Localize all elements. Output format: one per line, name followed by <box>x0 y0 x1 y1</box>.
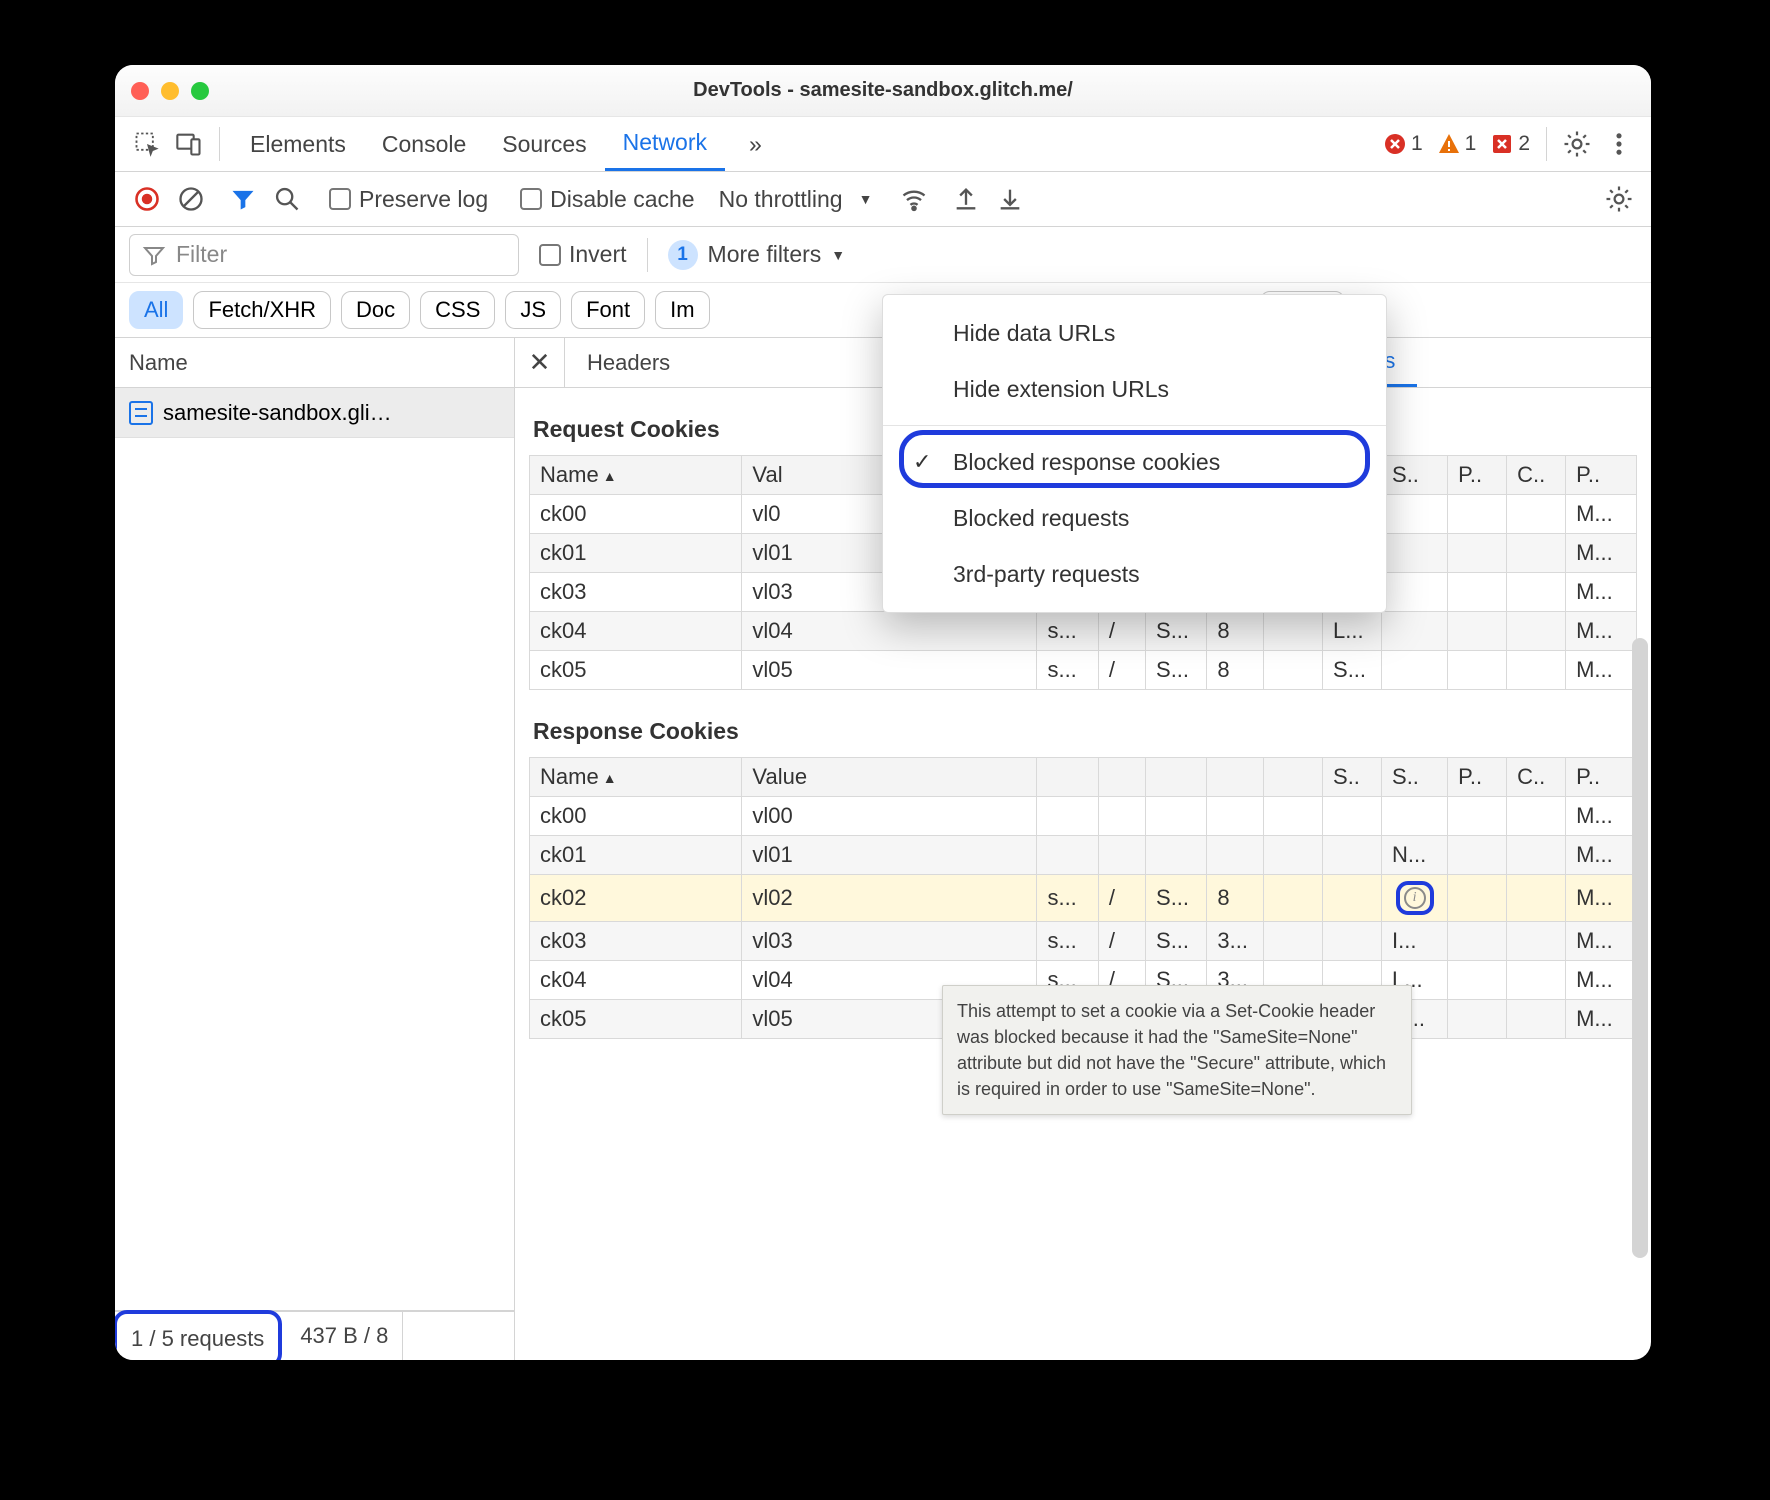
column-header[interactable]: Name▲ <box>530 456 742 495</box>
column-header[interactable]: C.. <box>1507 456 1566 495</box>
main-tabbar: ElementsConsoleSourcesNetwork » 1 1 2 <box>115 117 1651 172</box>
cookie-row[interactable]: ck01vl01N...M... <box>530 836 1637 875</box>
titlebar: DevTools - samesite-sandbox.glitch.me/ <box>115 65 1651 117</box>
check-icon: ✓ <box>913 449 931 475</box>
dropdown-item[interactable]: Hide data URLs <box>883 305 1386 361</box>
column-header[interactable] <box>1146 758 1207 797</box>
column-header[interactable]: S.. <box>1382 456 1448 495</box>
column-header[interactable]: S.. <box>1323 758 1382 797</box>
column-header[interactable]: S.. <box>1382 758 1448 797</box>
column-header[interactable] <box>1037 758 1098 797</box>
settings-icon[interactable] <box>1559 126 1595 162</box>
type-filter-css[interactable]: CSS <box>420 291 495 329</box>
warnings-count: 1 <box>1465 132 1477 156</box>
network-toolbar: Preserve log Disable cache No throttling… <box>115 172 1651 227</box>
dropdown-item[interactable]: Blocked requests <box>883 490 1386 546</box>
network-settings-icon[interactable] <box>1601 181 1637 217</box>
tabs-overflow-button[interactable]: » <box>731 117 780 171</box>
issues-badge[interactable]: 2 <box>1486 132 1534 156</box>
more-filters-dropdown: Hide data URLsHide extension URLs✓Blocke… <box>882 294 1387 613</box>
type-filter-all[interactable]: All <box>129 291 183 329</box>
column-header[interactable]: C.. <box>1507 758 1566 797</box>
warnings-badge[interactable]: 1 <box>1433 132 1481 156</box>
filter-bar: Filter Invert 1 More filters ▼ <box>115 227 1651 283</box>
blocked-info-highlight: i <box>1396 881 1434 915</box>
window-title: DevTools - samesite-sandbox.glitch.me/ <box>693 79 1073 102</box>
type-filter-doc[interactable]: Doc <box>341 291 410 329</box>
requests-list-pane: Name samesite-sandbox.gli… 1 / 5 request… <box>115 338 515 1360</box>
column-header[interactable]: P.. <box>1566 758 1637 797</box>
network-conditions-icon[interactable] <box>896 181 932 217</box>
name-column-header[interactable]: Name <box>115 338 514 388</box>
record-button[interactable] <box>129 181 165 217</box>
document-icon <box>129 401 153 425</box>
response-cookies-title: Response Cookies <box>533 718 1637 745</box>
column-header[interactable]: P.. <box>1448 758 1507 797</box>
clear-button[interactable] <box>173 181 209 217</box>
throttling-select[interactable]: No throttling▼ <box>711 186 881 213</box>
column-header[interactable] <box>1098 758 1145 797</box>
disable-cache-checkbox[interactable]: Disable cache <box>512 186 702 213</box>
dropdown-item[interactable]: Hide extension URLs <box>883 361 1386 417</box>
issues-count: 2 <box>1518 132 1530 156</box>
more-filters-count: 1 <box>668 240 698 270</box>
errors-count: 1 <box>1411 132 1423 156</box>
errors-badge[interactable]: 1 <box>1379 132 1427 156</box>
transfer-size: 437 B / 8 <box>286 1312 403 1360</box>
dropdown-item[interactable]: ✓Blocked response cookies <box>883 434 1386 490</box>
tab-sources[interactable]: Sources <box>484 117 604 171</box>
cookie-row[interactable]: ck03vl03s.../S...3...I...M... <box>530 922 1637 961</box>
cookie-row[interactable]: ck05vl05s.../S...8S...M... <box>530 651 1637 690</box>
type-filter-im[interactable]: Im <box>655 291 709 329</box>
more-menu-icon[interactable] <box>1601 126 1637 162</box>
tab-headers[interactable]: Headers <box>565 338 692 387</box>
request-row[interactable]: samesite-sandbox.gli… <box>115 388 514 438</box>
filter-input[interactable]: Filter <box>129 234 519 276</box>
type-filter-fetchxhr[interactable]: Fetch/XHR <box>193 291 331 329</box>
column-header[interactable]: Name▲ <box>530 758 742 797</box>
invert-checkbox[interactable]: Invert <box>539 241 627 268</box>
maximize-window-button[interactable] <box>191 82 209 100</box>
tab-network[interactable]: Network <box>605 117 725 171</box>
more-filters-button[interactable]: 1 More filters ▼ <box>668 240 846 270</box>
import-har-icon[interactable] <box>948 181 984 217</box>
column-header[interactable] <box>1207 758 1264 797</box>
inspect-icon[interactable] <box>129 126 165 162</box>
cookie-row[interactable]: ck04vl04s.../S...8L...M... <box>530 612 1637 651</box>
cookie-row[interactable]: ck02vl02s.../S...8iM... <box>530 875 1637 922</box>
request-count: 1 / 5 requests <box>115 1310 282 1360</box>
dropdown-item[interactable]: 3rd-party requests <box>883 546 1386 602</box>
column-header[interactable] <box>1264 758 1323 797</box>
info-icon[interactable]: i <box>1404 887 1426 909</box>
preserve-log-checkbox[interactable]: Preserve log <box>321 186 496 213</box>
cookie-row[interactable]: ck00vl00M... <box>530 797 1637 836</box>
tab-elements[interactable]: Elements <box>232 117 364 171</box>
column-header[interactable]: Value <box>742 758 1037 797</box>
export-har-icon[interactable] <box>992 181 1028 217</box>
close-window-button[interactable] <box>131 82 149 100</box>
cookie-blocked-tooltip: This attempt to set a cookie via a Set-C… <box>942 985 1412 1115</box>
request-name: samesite-sandbox.gli… <box>163 400 392 426</box>
filter-toggle-icon[interactable] <box>225 181 261 217</box>
window-controls <box>131 82 209 100</box>
column-header[interactable]: P.. <box>1448 456 1507 495</box>
type-filter-js[interactable]: JS <box>505 291 561 329</box>
minimize-window-button[interactable] <box>161 82 179 100</box>
close-detail-icon[interactable]: ✕ <box>515 338 565 387</box>
search-icon[interactable] <box>269 181 305 217</box>
vertical-scrollbar[interactable] <box>1632 638 1648 1360</box>
device-toolbar-icon[interactable] <box>171 126 207 162</box>
devtools-window: DevTools - samesite-sandbox.glitch.me/ E… <box>115 65 1651 1360</box>
column-header[interactable]: P.. <box>1566 456 1637 495</box>
tab-console[interactable]: Console <box>364 117 484 171</box>
filter-placeholder: Filter <box>176 241 227 268</box>
status-bar: 1 / 5 requests 437 B / 8 <box>115 1310 514 1360</box>
type-filter-font[interactable]: Font <box>571 291 645 329</box>
